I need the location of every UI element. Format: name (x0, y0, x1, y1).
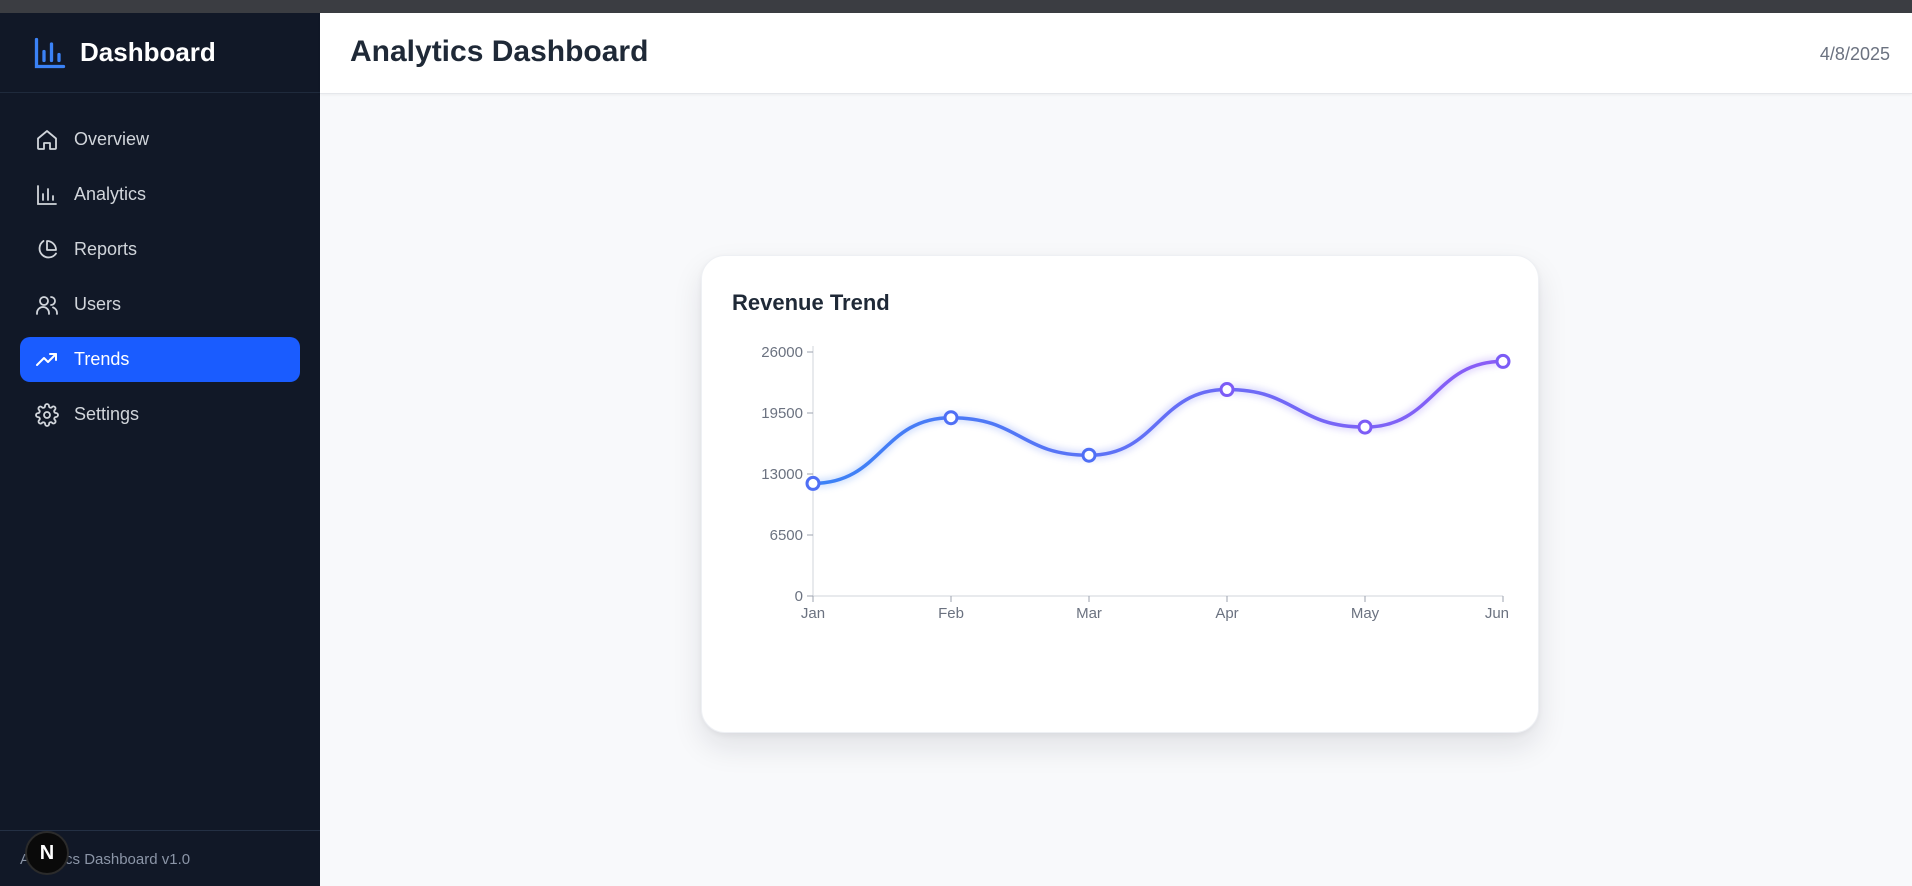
data-point-feb (943, 410, 959, 426)
sidebar-item-label: Reports (74, 239, 138, 259)
sidebar-item-analytics[interactable]: Analytics (20, 172, 300, 217)
sidebar-item-label: Trends (74, 349, 130, 369)
data-point-mar (1081, 447, 1097, 463)
gear-icon (34, 402, 60, 428)
sidebar-item-label: Settings (74, 404, 140, 424)
bar-chart-icon (32, 35, 68, 71)
y-tick-label: 0 (795, 588, 803, 605)
dev-tools-badge[interactable]: N (25, 831, 69, 875)
pie-chart-icon (34, 237, 60, 263)
sidebar-item-label: Overview (74, 129, 150, 149)
page-title: Analytics Dashboard (350, 35, 649, 68)
users-icon (34, 292, 60, 318)
sidebar-nav: Overview Analytics Reports Users Trends (0, 93, 320, 437)
sidebar-item-label: Users (74, 294, 122, 314)
sidebar: Dashboard Overview Analytics Reports Use… (0, 13, 320, 886)
bar-chart-icon (34, 182, 60, 208)
sidebar-item-label: Analytics (74, 184, 147, 204)
sidebar-item-users[interactable]: Users (20, 282, 300, 327)
x-tick-label: Apr (1215, 605, 1238, 622)
y-tick-label: 19500 (761, 405, 803, 422)
x-tick-label: Jan (801, 605, 825, 622)
brand-title: Dashboard (80, 37, 216, 67)
data-point-jun (1495, 353, 1511, 369)
x-tick-label: Jun (1485, 605, 1509, 622)
x-tick-label: Feb (938, 605, 964, 622)
brand[interactable]: Dashboard (0, 13, 320, 93)
revenue-trend-card: Revenue Trend 0 6500 13000 19500 26000 Jan Feb… (701, 255, 1539, 733)
trending-up-icon (34, 347, 60, 373)
sidebar-footer: Analytics Dashboard v1.0 N (0, 830, 320, 886)
y-tick-label: 13000 (761, 466, 803, 483)
y-tick-label: 6500 (770, 527, 803, 544)
sidebar-item-trends[interactable]: Trends (20, 337, 300, 382)
data-point-apr (1219, 382, 1235, 398)
current-date: 4/8/2025 (1819, 44, 1890, 64)
browser-top-strip (0, 0, 1912, 13)
x-tick-label: May (1351, 605, 1380, 622)
revenue-line-chart: 0 6500 13000 19500 26000 Jan Feb Mar Apr May Jun (761, 344, 1511, 622)
data-point-jan (805, 475, 821, 491)
sidebar-item-settings[interactable]: Settings (20, 392, 300, 437)
sidebar-item-overview[interactable]: Overview (20, 117, 300, 162)
x-tick-label: Mar (1076, 605, 1102, 622)
y-tick-label: 26000 (761, 344, 803, 361)
home-icon (34, 127, 60, 153)
page-header: Analytics Dashboard 4/8/2025 (320, 13, 1912, 94)
sidebar-item-reports[interactable]: Reports (20, 227, 300, 272)
data-point-may (1357, 419, 1373, 435)
